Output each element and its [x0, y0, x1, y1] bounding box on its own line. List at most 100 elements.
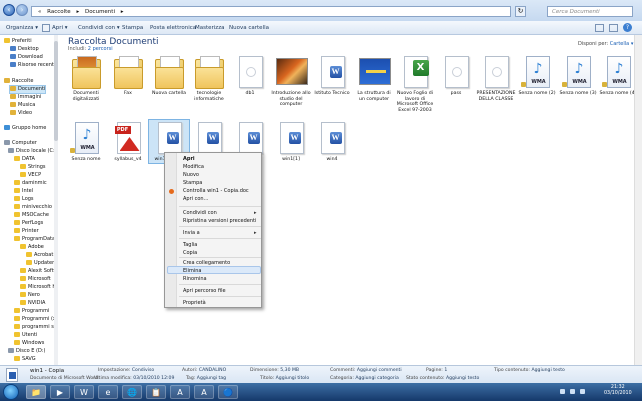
nav-item-intel[interactable]: Intel — [14, 188, 33, 195]
menu-item-modifica[interactable]: Modifica — [183, 164, 204, 171]
nav-item-msocache[interactable]: MSOCache — [14, 212, 49, 219]
menu-item-copia[interactable]: Copia — [183, 250, 197, 257]
nav-item-microsoft[interactable]: Microsoft — [20, 276, 51, 283]
nav-item-minivecchio[interactable]: minivecchio — [14, 204, 52, 211]
breadcrumb-documenti[interactable]: Documenti — [85, 9, 115, 15]
nav-item-data[interactable]: DATA — [14, 156, 35, 163]
authors-value[interactable]: CANDALINO — [199, 368, 226, 373]
content-scrollbar[interactable] — [634, 35, 642, 365]
nav-item-nvidia[interactable]: NVIDIA — [20, 300, 45, 307]
nav-item-programmi-sca[interactable]: programmi sca — [14, 324, 57, 331]
file-item[interactable]: W Istituto Tecnico — [312, 54, 352, 97]
menu-item-apri-con[interactable]: Apri con... — [183, 196, 208, 203]
file-item[interactable]: pass — [436, 54, 476, 97]
preview-pane-icon[interactable] — [609, 24, 618, 32]
refresh-icon[interactable]: ↻ — [515, 6, 526, 17]
title-value[interactable]: Aggiungi titolo — [276, 376, 310, 381]
nav-item-disco-e-d-[interactable]: Disco E (D:) — [8, 348, 45, 355]
menu-item-crea-collegamento[interactable]: Crea collegamento — [183, 260, 230, 267]
taskbar-app-button[interactable]: A — [194, 385, 214, 399]
file-item[interactable]: La struttura di un computer — [354, 54, 394, 102]
taskbar-app-button[interactable]: 🔵 — [218, 385, 238, 399]
taskbar-app-button[interactable]: W — [74, 385, 94, 399]
search-input[interactable]: Cerca Documenti — [547, 6, 633, 17]
file-item[interactable]: ♪ WMA Senza nome (4) — [598, 54, 638, 97]
new-folder-button[interactable]: Nuova cartella — [229, 24, 269, 32]
menu-item-condividi-con[interactable]: Condividi con — [183, 210, 217, 217]
menu-item-rinomina[interactable]: Rinomina — [183, 276, 207, 283]
nav-item-updater6[interactable]: Updater6 — [26, 260, 57, 267]
print-button[interactable]: Stampa — [122, 24, 143, 32]
nav-item-musica[interactable]: Musica — [10, 102, 35, 109]
email-button[interactable]: Posta elettronica — [150, 24, 196, 32]
file-item[interactable]: ♪ WMA Senza nome — [66, 120, 106, 163]
content-type-value[interactable]: Aggiungi testo — [531, 368, 564, 373]
nav-item-video[interactable]: Video — [10, 110, 32, 117]
nav-item-programmi-x8[interactable]: Programmi (x8 — [14, 316, 57, 323]
content-state-value[interactable]: Aggiungi testo — [446, 376, 479, 381]
nav-item-preferiti[interactable]: Preferiti — [4, 38, 32, 45]
help-icon[interactable]: ? — [623, 23, 632, 32]
menu-item-elimina[interactable]: Elimina — [183, 268, 201, 275]
nav-item-adobe[interactable]: Adobe — [20, 244, 44, 251]
nav-item-vecp[interactable]: VECP — [20, 172, 41, 179]
nav-item-programdata[interactable]: ProgramData — [14, 236, 55, 243]
category-value[interactable]: Aggiungi categoria — [355, 376, 398, 381]
nav-item-download[interactable]: Download — [10, 54, 43, 61]
nav-item-acrobat[interactable]: Acrobat — [26, 252, 53, 259]
file-item[interactable]: X Nuovo Foglio di lavoro di Microsoft Off… — [395, 54, 435, 113]
breadcrumb-raccolte[interactable]: Raccolte — [47, 9, 71, 15]
nav-item-risorse-recenti[interactable]: Risorse recenti — [10, 62, 55, 69]
file-item[interactable]: ♪ WMA Senza nome (3) — [558, 54, 598, 97]
taskbar-app-button[interactable]: e — [98, 385, 118, 399]
burn-button[interactable]: Masterizza — [195, 24, 224, 32]
nav-item-documenti[interactable]: Documenti — [8, 85, 47, 94]
nav-item-microsoft-he[interactable]: Microsoft He — [20, 284, 57, 291]
taskbar-app-button[interactable]: ▶ — [50, 385, 70, 399]
nav-item-immagini[interactable]: Immagini — [10, 94, 41, 101]
breadcrumb-separator[interactable]: ▸ — [121, 9, 124, 15]
tray-network-icon[interactable] — [560, 389, 565, 394]
arrange-dropdown[interactable]: Cartella ▾ — [610, 41, 634, 47]
taskbar-app-button[interactable]: 🌐 — [122, 385, 142, 399]
start-button[interactable] — [3, 384, 19, 400]
nav-item-windows[interactable]: Windows — [14, 340, 44, 347]
address-bar[interactable]: « Raccolte ▸ Documenti ▸ — [31, 6, 511, 17]
file-item[interactable]: tecnologie informatiche — [189, 54, 229, 102]
organize-button[interactable]: Organizza ▾ — [6, 24, 38, 32]
tags-value[interactable]: Aggiungi tag — [197, 376, 226, 381]
nav-item-daminmic[interactable]: daminmic — [14, 180, 47, 187]
nav-item-utenti[interactable]: Utenti — [14, 332, 37, 339]
menu-item-stampa[interactable]: Stampa — [183, 180, 202, 187]
menu-item-propriet[interactable]: Proprietà — [183, 300, 206, 307]
file-item[interactable]: Introduzione allo studio del computer — [271, 54, 311, 108]
menu-item-ripristina-versioni-precedenti[interactable]: Ripristina versioni precedenti — [183, 218, 256, 225]
nav-item-disco-locale-c-[interactable]: Disco locale (C:) — [8, 148, 57, 155]
nav-item-computer[interactable]: Computer — [4, 140, 37, 147]
view-options-icon[interactable] — [595, 24, 604, 32]
file-item[interactable]: Fax — [108, 54, 148, 97]
file-item[interactable]: PRESENTAZIONE DELLA CLASSE — [476, 54, 516, 102]
open-button[interactable]: Apri ▾ — [52, 24, 68, 32]
file-item[interactable]: Wwin1[1] — [271, 120, 311, 163]
share-button[interactable]: Condividi con ▾ — [78, 24, 120, 32]
menu-item-invia-a[interactable]: Invia a — [183, 230, 200, 237]
nav-item-logs[interactable]: Logs — [14, 196, 34, 203]
nav-item-programmi[interactable]: Programmi — [14, 308, 49, 315]
tray-volume-icon[interactable] — [570, 389, 575, 394]
tray-flag-icon[interactable] — [580, 389, 585, 394]
nav-item-savg[interactable]: SAVG — [14, 356, 36, 363]
file-item[interactable]: ♪ WMA Senza nome (2) — [517, 54, 557, 97]
file-item[interactable]: db1 — [230, 54, 270, 97]
taskbar-app-button[interactable]: 📁 — [26, 385, 46, 399]
menu-item-apri-percorso-file[interactable]: Apri percorso file — [183, 288, 226, 295]
file-item[interactable]: Documenti digitalizzati — [66, 54, 106, 102]
menu-item-apri[interactable]: Apri — [183, 156, 195, 163]
menu-item-controlla-win1-copia-doc[interactable]: Controlla win1 - Copia.doc — [183, 188, 249, 195]
nav-item-desktop[interactable]: Desktop — [10, 46, 39, 53]
nav-item-nero[interactable]: Nero — [20, 292, 40, 299]
file-item[interactable]: Nuova cartella — [149, 54, 189, 97]
back-button[interactable]: ‹ — [3, 4, 15, 16]
clock[interactable]: 21:32 03/10/2010 — [604, 385, 632, 397]
file-item[interactable]: Wwin4 — [312, 120, 352, 163]
